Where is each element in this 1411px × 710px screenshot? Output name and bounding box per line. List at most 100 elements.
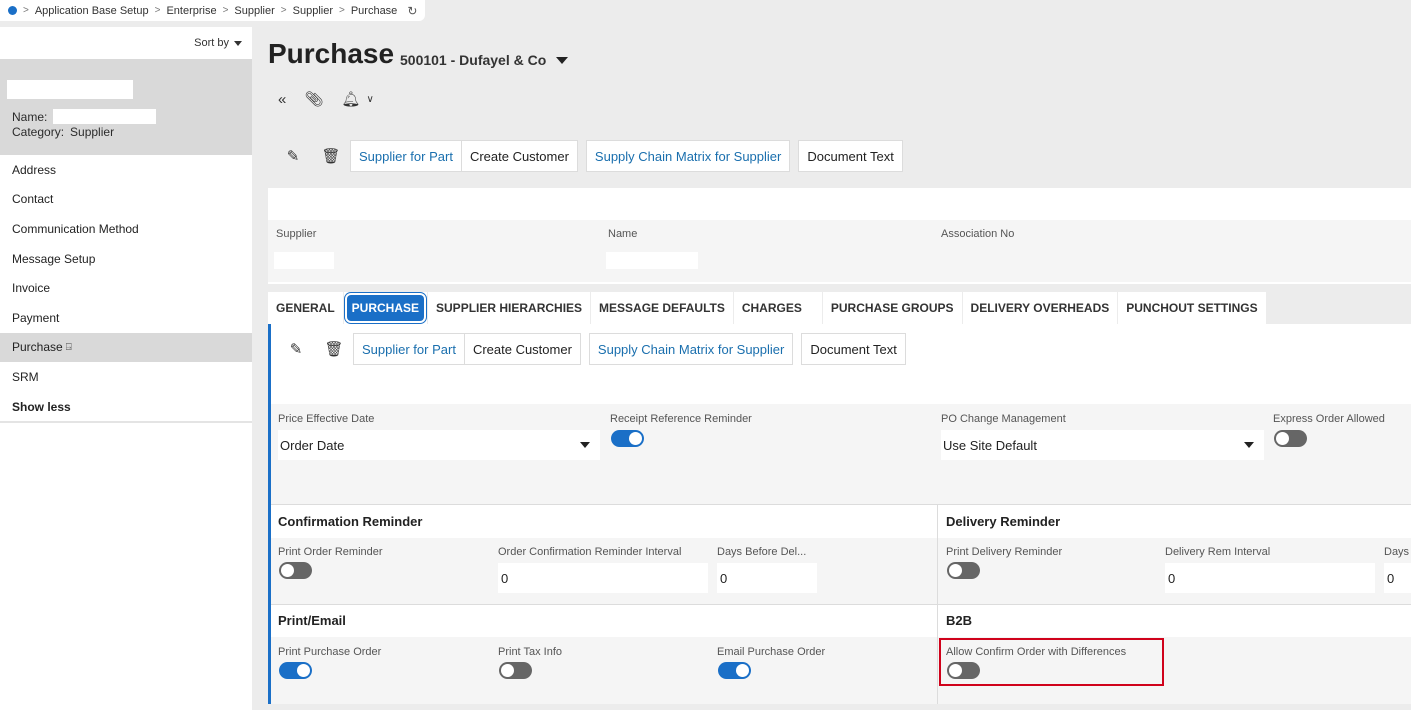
price-effective-date-value: Order Date (280, 437, 345, 453)
delete-icon[interactable]: 🗑︎ (315, 334, 353, 364)
bell-icon[interactable]: 🔔︎ (341, 90, 360, 108)
sidebar-item-label: Address (12, 162, 57, 177)
sidebar-item-payment[interactable]: Payment (0, 303, 252, 333)
supplier-value (274, 252, 334, 269)
highlight-box (939, 638, 1164, 686)
header-card: Supplier Name Association No (268, 188, 1411, 284)
order-confirmation-interval-input[interactable]: 0 (498, 563, 708, 593)
sidebar-item-communication-method[interactable]: Communication Method (0, 214, 252, 244)
days-before-delivery-input[interactable]: 0 (717, 563, 817, 593)
print-order-reminder-label: Print Order Reminder (278, 546, 383, 558)
sidebar-item-label: Communication Method (12, 221, 139, 236)
record-category-label: Category: (12, 125, 65, 139)
tab-supplier-hierarchies[interactable]: SUPPLIER HIERARCHIES (428, 292, 591, 324)
document-text-button[interactable]: Document Text (801, 333, 906, 365)
email-purchase-order-toggle[interactable] (718, 662, 751, 679)
delivery-rem-interval-input[interactable]: 0 (1165, 563, 1375, 593)
tab-label: PUNCHOUT SETTINGS (1126, 301, 1258, 315)
print-tax-info-label: Print Tax Info (498, 646, 562, 658)
page-command-bar: ✎ 🗑︎ Supplier for Part Create Customer S… (274, 140, 903, 172)
tab-label: PURCHASE GROUPS (830, 301, 954, 315)
sidebar-item-invoice[interactable]: Invoice (0, 273, 252, 303)
panel-command-bar: ✎ 🗑︎ Supplier for Part Create Customer S… (277, 333, 906, 365)
print-order-reminder-toggle[interactable] (279, 562, 312, 579)
tab-charges[interactable]: CHARGES (733, 292, 822, 324)
edit-icon[interactable]: ✎ (274, 141, 312, 171)
supplier-label: Supplier (276, 228, 317, 240)
refresh-icon[interactable]: ↻ (407, 4, 417, 18)
tab-label: GENERAL (276, 301, 335, 315)
tab-message-defaults[interactable]: MESSAGE DEFAULTS (591, 292, 733, 324)
section-divider (271, 504, 1411, 505)
supplier-for-part-button[interactable]: Supplier for Part (353, 333, 465, 365)
chevron-down-icon[interactable]: ∨ (366, 94, 373, 105)
collapse-icon[interactable]: « (278, 91, 286, 108)
price-effective-date-select[interactable]: Order Date (278, 430, 600, 460)
tab-general[interactable]: GENERAL (268, 292, 343, 324)
create-customer-button[interactable]: Create Customer (464, 333, 581, 365)
sidebar-nav: Address Contact Communication Method Mes… (0, 155, 252, 421)
supplier-for-part-button[interactable]: Supplier for Part (350, 140, 462, 172)
tab-delivery-overheads[interactable]: DELIVERY OVERHEADS (962, 292, 1118, 324)
caret-down-icon (1244, 442, 1254, 448)
sidebar: Sort by Name: Category: Supplier Address… (0, 27, 252, 710)
supply-chain-matrix-button[interactable]: Supply Chain Matrix for Supplier (585, 140, 791, 172)
print-delivery-reminder-toggle[interactable] (947, 562, 980, 579)
caret-down-icon (556, 56, 569, 64)
attachment-icon[interactable]: 📎︎ (304, 90, 323, 108)
sort-by-button[interactable]: Sort by (194, 37, 242, 49)
home-icon[interactable] (8, 6, 17, 15)
breadcrumb-item[interactable]: Supplier (293, 5, 333, 17)
create-customer-button[interactable]: Create Customer (461, 140, 578, 172)
print-purchase-order-toggle[interactable] (279, 662, 312, 679)
breadcrumb-item[interactable]: Application Base Setup (35, 5, 149, 17)
tab-purchase[interactable]: PURCHASE (343, 292, 428, 324)
receipt-reference-reminder-toggle[interactable] (611, 430, 644, 447)
page-title: Purchase (268, 38, 395, 69)
days-before-delivery-label: Days Before Del... (717, 546, 807, 558)
tab-label: MESSAGE DEFAULTS (599, 301, 725, 315)
edit-icon[interactable]: ✎ (277, 334, 315, 364)
order-confirmation-interval-label: Order Confirmation Reminder Interval (498, 546, 682, 558)
sidebar-item-label: Purchase (12, 340, 63, 355)
chevron-right-icon: > (222, 5, 229, 16)
delivery-reminder-title: Delivery Reminder (946, 514, 1061, 529)
sidebar-item-label: Contact (12, 192, 54, 207)
tab-punchout-settings[interactable]: PUNCHOUT SETTINGS (1118, 292, 1266, 324)
sidebar-item-message-setup[interactable]: Message Setup (0, 244, 252, 274)
record-title-field (7, 80, 133, 99)
breadcrumb-item[interactable]: Enterprise (166, 5, 216, 17)
sidebar-item-srm[interactable]: SRM (0, 362, 252, 392)
print-delivery-reminder-label: Print Delivery Reminder (946, 546, 1063, 558)
price-effective-date-label: Price Effective Date (278, 413, 375, 425)
document-text-button[interactable]: Document Text (798, 140, 903, 172)
print-tax-info-toggle[interactable] (499, 662, 532, 679)
toggle-knob (297, 664, 310, 677)
toggle-knob (281, 564, 294, 577)
record-selector[interactable]: 500101 - Dufayel & Co (400, 52, 569, 68)
confirmation-reminder-title: Confirmation Reminder (278, 514, 423, 529)
express-order-allowed-toggle[interactable] (1274, 430, 1307, 447)
record-name-label: Name: (12, 109, 48, 124)
tab-purchase-groups[interactable]: PURCHASE GROUPS (822, 292, 962, 324)
tab-label: DELIVERY OVERHEADS (970, 301, 1110, 315)
delete-icon[interactable]: 🗑︎ (312, 141, 350, 171)
sidebar-item-label: SRM (12, 369, 39, 384)
show-less-button[interactable]: Show less (0, 392, 252, 422)
record-name-value (53, 109, 157, 124)
po-change-management-value: Use Site Default (943, 437, 1037, 453)
sidebar-item-contact[interactable]: Contact (0, 185, 252, 215)
pin-icon[interactable]: ⍈ (66, 342, 72, 353)
breadcrumb-item[interactable]: Supplier (234, 5, 274, 17)
show-less-label: Show less (12, 399, 71, 414)
po-change-management-select[interactable]: Use Site Default (941, 430, 1264, 460)
delivery-rem-interval-label: Delivery Rem Interval (1165, 546, 1271, 558)
supply-chain-matrix-button[interactable]: Supply Chain Matrix for Supplier (588, 333, 794, 365)
record-category-value: Supplier (70, 125, 115, 139)
chevron-right-icon: > (338, 5, 345, 16)
tab-label: PURCHASE (346, 295, 425, 321)
sidebar-item-address[interactable]: Address (0, 155, 252, 185)
sidebar-item-purchase[interactable]: Purchase ⍈ (0, 332, 252, 363)
days-input[interactable]: 0 (1384, 563, 1411, 593)
chevron-right-icon: > (280, 5, 287, 16)
